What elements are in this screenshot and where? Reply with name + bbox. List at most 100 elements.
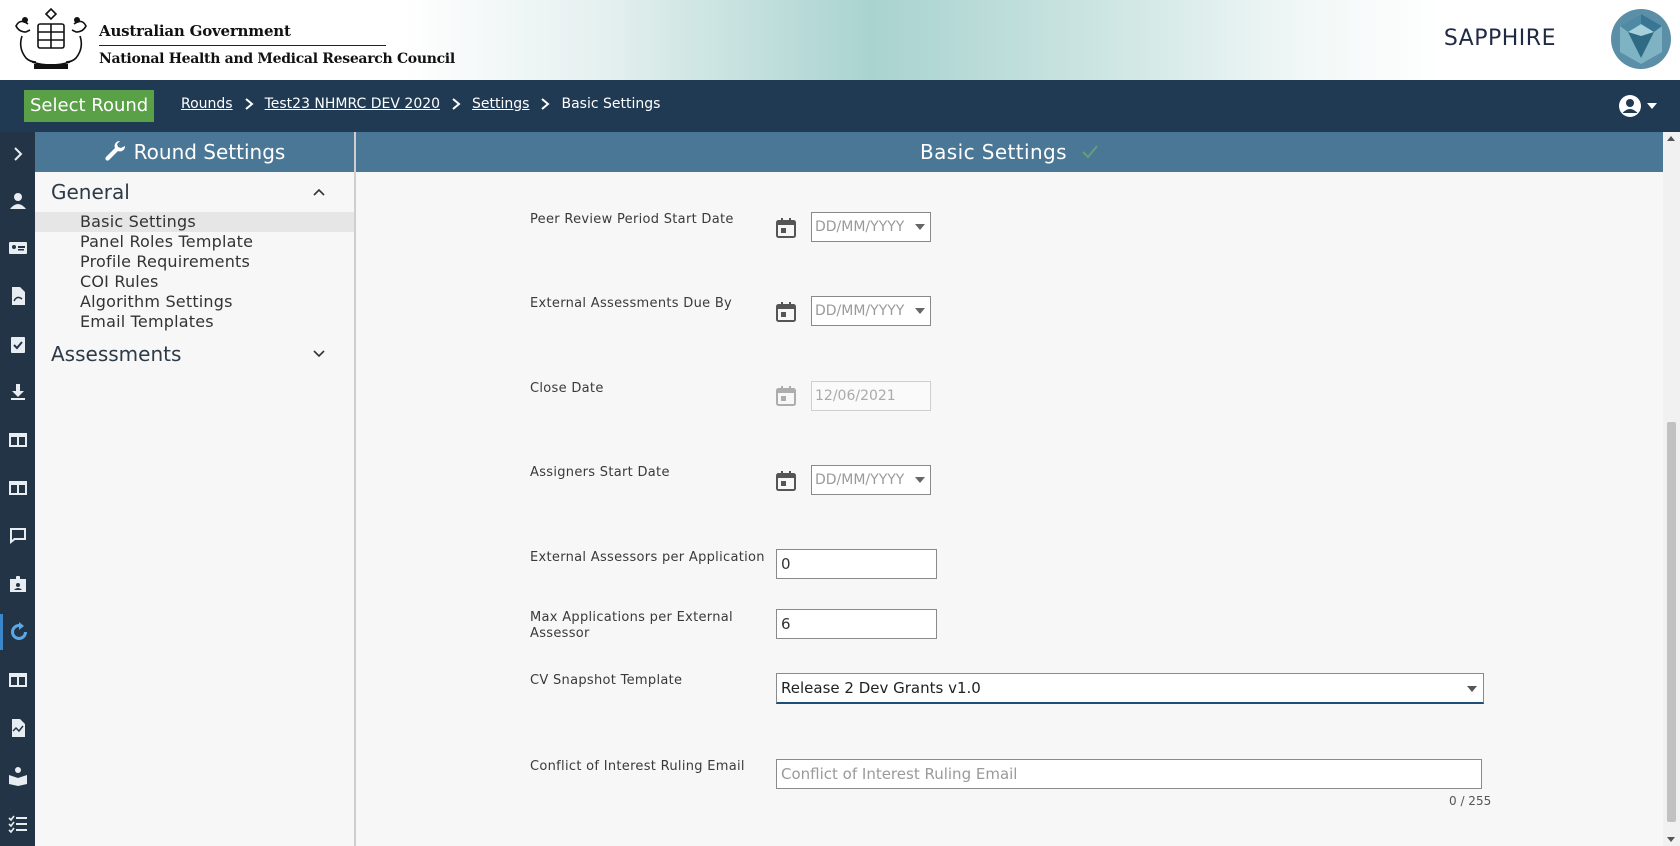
icon-rail — [0, 132, 35, 846]
sidebar-item-email-templates[interactable]: Email Templates — [35, 312, 354, 332]
scroll-down-arrow-icon[interactable] — [1667, 837, 1675, 842]
assigners-start-date-input[interactable]: DD/MM/YYYY — [811, 465, 931, 495]
caret-down-icon — [915, 308, 925, 314]
chevron-right-icon — [541, 98, 551, 110]
scroll-up-arrow-icon[interactable] — [1667, 136, 1675, 141]
checklist-icon — [7, 815, 27, 834]
document-icon — [11, 287, 25, 305]
scrollbar[interactable] — [1663, 132, 1680, 846]
sidebar-item-profile-requirements[interactable]: Profile Requirements — [35, 252, 354, 272]
wrench-icon — [105, 140, 125, 161]
rail-refresh[interactable] — [0, 614, 35, 650]
close-date-label: Close Date — [530, 381, 604, 396]
comment-icon — [9, 528, 26, 544]
user-circle-icon — [1619, 95, 1641, 117]
brand-name: SAPPHIRE — [1443, 26, 1556, 51]
app-header: Australian Government National Health an… — [0, 0, 1680, 80]
breadcrumb-settings[interactable]: Settings — [472, 96, 529, 112]
rail-table-3[interactable] — [0, 662, 35, 698]
date-placeholder: DD/MM/YYYY — [815, 219, 905, 235]
checkmark-icon — [1082, 145, 1098, 159]
government-wordmark: Australian Government National Health an… — [99, 22, 455, 67]
external-due-date-input[interactable]: DD/MM/YYYY — [811, 296, 931, 326]
sidebar-header: Round Settings — [35, 132, 354, 172]
download-icon — [10, 384, 25, 400]
expand-chevron-icon — [13, 147, 22, 161]
assessors-per-app-input[interactable] — [776, 549, 937, 579]
rail-documents[interactable] — [0, 278, 35, 314]
sidebar-group-general[interactable]: General — [35, 172, 354, 212]
breadcrumb: Rounds Test23 NHMRC DEV 2020 Settings Ba… — [181, 96, 660, 112]
select-round-button[interactable]: Select Round — [24, 90, 155, 122]
top-navbar: Select Round Rounds Test23 NHMRC DEV 202… — [0, 80, 1680, 132]
table-layout-icon — [8, 673, 27, 687]
coi-email-label: Conflict of Interest Ruling Email — [530, 759, 745, 774]
chevron-down-icon — [313, 350, 325, 358]
sidebar-item-panel-roles-template[interactable]: Panel Roles Template — [35, 232, 354, 252]
calendar-icon[interactable] — [775, 470, 797, 492]
assessors-per-app-label: External Assessors per Application — [530, 550, 765, 565]
chevron-right-icon — [452, 98, 461, 110]
cv-template-label: CV Snapshot Template — [530, 673, 683, 688]
rail-users[interactable] — [0, 183, 35, 219]
sidebar-item-basic-settings[interactable]: Basic Settings — [35, 212, 354, 232]
max-apps-input[interactable] — [776, 609, 937, 639]
rail-checklist[interactable] — [0, 806, 35, 842]
rail-comments[interactable] — [0, 518, 35, 554]
rail-expand[interactable] — [0, 136, 35, 172]
user-menu[interactable] — [1618, 94, 1658, 118]
peer-review-start-label: Peer Review Period Start Date — [530, 212, 734, 227]
users-icon — [9, 193, 26, 209]
peer-review-start-date-input[interactable]: DD/MM/YYYY — [811, 212, 931, 242]
caret-down-icon — [1467, 686, 1477, 692]
reading-icon — [8, 767, 27, 786]
cv-template-value: Release 2 Dev Grants v1.0 — [781, 679, 981, 697]
gov-line-1: Australian Government — [99, 22, 291, 40]
breadcrumb-round[interactable]: Test23 NHMRC DEV 2020 — [265, 96, 440, 112]
breadcrumb-current: Basic Settings — [561, 96, 661, 112]
table-layout-icon — [8, 433, 27, 447]
coi-email-input[interactable] — [776, 759, 1482, 789]
sidebar-item-algorithm-settings[interactable]: Algorithm Settings — [35, 292, 354, 312]
caret-down-icon — [1647, 103, 1657, 109]
main-panel: Basic Settings Peer Review Period Start … — [356, 132, 1663, 846]
chevron-up-icon — [313, 188, 325, 196]
close-date-value: 12/06/2021 — [815, 388, 896, 404]
sidebar-group-assessments[interactable]: Assessments — [35, 334, 354, 374]
gov-divider — [99, 45, 386, 46]
refresh-icon — [11, 622, 27, 640]
rail-reading[interactable] — [0, 758, 35, 794]
main-header: Basic Settings — [356, 132, 1663, 172]
date-placeholder: DD/MM/YYYY — [815, 303, 905, 319]
rail-clipboard[interactable] — [0, 326, 35, 362]
rail-table-2[interactable] — [0, 470, 35, 506]
scroll-thumb[interactable] — [1667, 422, 1676, 822]
cv-template-select[interactable]: Release 2 Dev Grants v1.0 — [776, 673, 1484, 704]
rail-download[interactable] — [0, 374, 35, 410]
date-placeholder: DD/MM/YYYY — [815, 472, 905, 488]
caret-down-icon — [915, 477, 925, 483]
close-date-input: 12/06/2021 — [811, 381, 931, 411]
gov-line-2: National Health and Medical Research Cou… — [99, 51, 455, 67]
sidebar-item-coi-rules[interactable]: COI Rules — [35, 272, 354, 292]
assigners-start-label: Assigners Start Date — [530, 465, 670, 480]
chevron-right-icon — [244, 98, 254, 110]
calendar-icon[interactable] — [775, 301, 797, 323]
group-label: Assessments — [51, 342, 182, 366]
calendar-icon[interactable] — [775, 217, 797, 239]
id-card-icon — [8, 242, 27, 254]
sapphire-gem-icon — [1611, 9, 1671, 69]
rail-report[interactable] — [0, 710, 35, 746]
group-label: General — [51, 180, 130, 204]
clipboard-check-icon — [10, 337, 25, 353]
external-due-label: External Assessments Due By — [530, 296, 733, 311]
rail-table-1[interactable] — [0, 422, 35, 458]
breadcrumb-rounds[interactable]: Rounds — [181, 96, 233, 112]
max-apps-label: Max Applications per External Assessor — [530, 610, 733, 641]
sidebar-title: Round Settings — [133, 140, 286, 164]
rail-profile[interactable] — [0, 230, 35, 266]
char-counter: 0 / 255 — [1449, 794, 1492, 808]
rail-badge[interactable] — [0, 566, 35, 602]
coat-of-arms-logo — [15, 7, 87, 69]
calendar-icon — [776, 386, 796, 406]
